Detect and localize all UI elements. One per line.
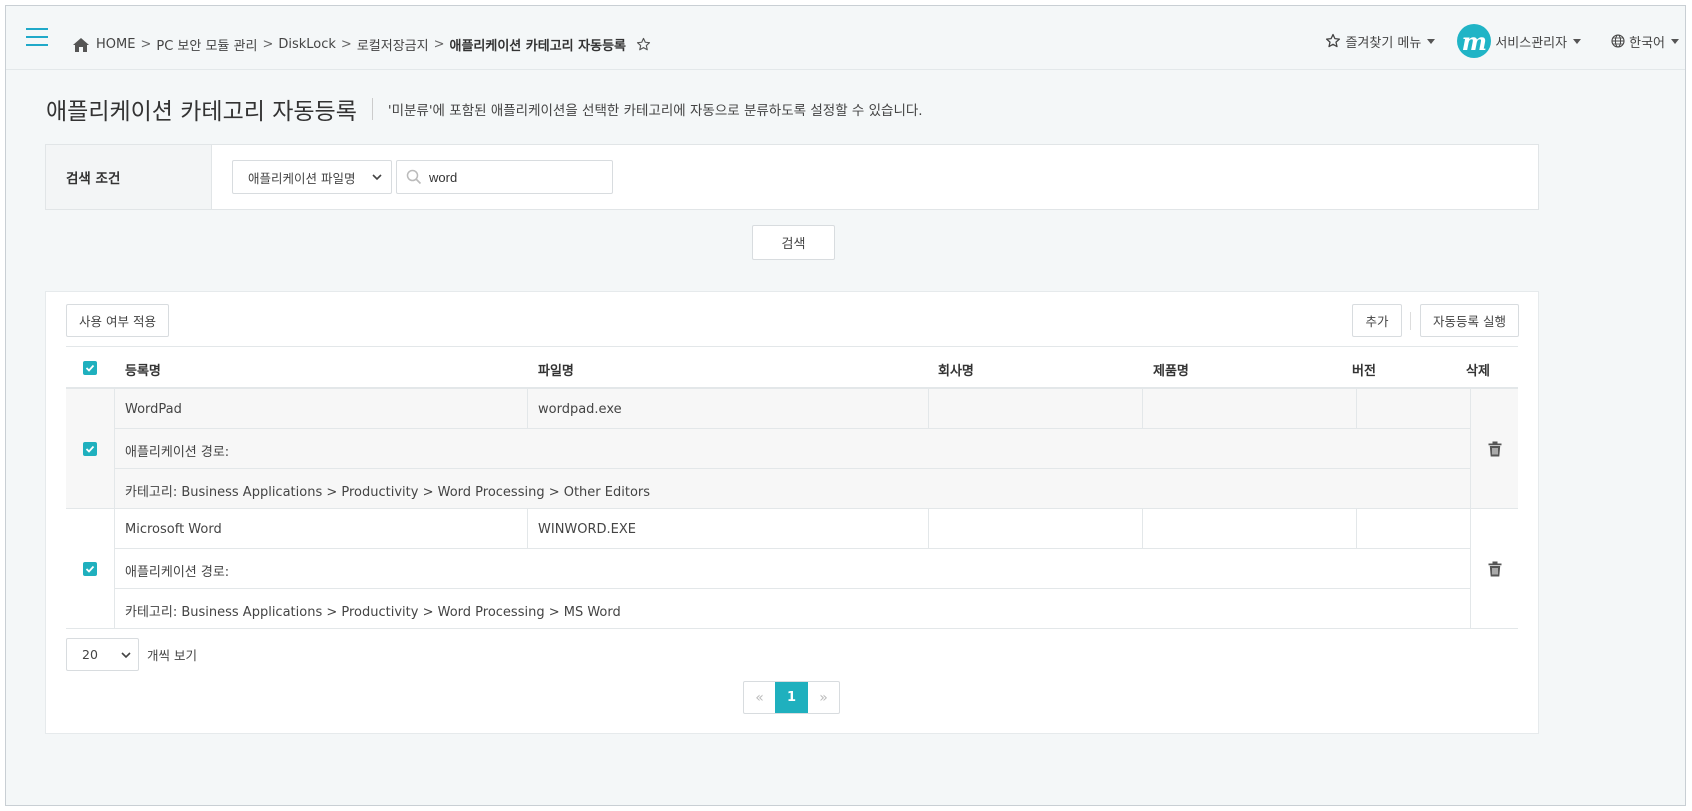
table-header: 등록명 파일명 회사명 제품명 버전 삭제 [66, 346, 1518, 389]
select-all-checkbox[interactable] [83, 361, 97, 375]
caret-down-icon [1427, 38, 1436, 44]
add-button[interactable]: 추가 [1352, 304, 1402, 337]
breadcrumb-pc-security[interactable]: PC 보안 모듈 관리 [156, 35, 257, 54]
breadcrumb-local-storage-block[interactable]: 로컬저장금지 [357, 35, 429, 54]
row-path-line: 애플리케이션 경로: [115, 429, 1470, 469]
delete-button[interactable] [1470, 389, 1518, 508]
list-panel: 사용 여부 적용 추가 자동등록 실행 등록명 파일명 회사명 제품명 버전 삭… [45, 291, 1539, 734]
search-icon [406, 169, 422, 185]
chevron-down-icon [121, 652, 131, 659]
row-main-line: Microsoft Word WINWORD.EXE [115, 509, 1470, 549]
favorites-label: 즐겨찾기 메뉴 [1345, 35, 1422, 51]
app-category: 카테고리: Business Applications > Productivi… [125, 485, 651, 500]
column-header-name[interactable]: 등록명 [125, 360, 161, 379]
app-category: 카테고리: Business Applications > Productivi… [125, 605, 621, 620]
app-path: 애플리케이션 경로: [125, 445, 230, 460]
prev-page-button[interactable]: « [744, 682, 775, 713]
row-checkbox-cell [66, 509, 115, 628]
page-1-button[interactable]: 1 [775, 682, 808, 713]
cell-product [1143, 389, 1357, 429]
search-button[interactable]: 검색 [752, 225, 835, 260]
breadcrumb-home[interactable]: HOME [96, 37, 135, 52]
page-size-control: 20 개씩 보기 [66, 638, 197, 671]
page-size-select[interactable]: 20 [66, 638, 139, 671]
breadcrumb-separator: > [340, 37, 352, 52]
app-window: HOME > PC 보안 모듈 관리 > DiskLock > 로컬저장금지 >… [5, 5, 1686, 806]
language-label: 한국어 [1629, 35, 1665, 51]
search-panel: 검색 조건 애플리케이션 파일명 [45, 144, 1539, 210]
breadcrumb: HOME > PC 보안 모듈 관리 > DiskLock > 로컬저장금지 >… [72, 35, 651, 54]
row-checkbox[interactable] [83, 561, 97, 576]
cell-name: Microsoft Word [115, 509, 528, 549]
run-auto-register-button[interactable]: 자동등록 실행 [1420, 304, 1519, 337]
next-page-button[interactable]: » [808, 682, 839, 713]
search-fields: 애플리케이션 파일명 [212, 145, 613, 209]
breadcrumb-separator: > [140, 37, 152, 52]
user-name: 서비스관리자 [1495, 35, 1568, 51]
trash-icon [1488, 441, 1501, 456]
cell-file: wordpad.exe [528, 389, 929, 429]
search-input-box [396, 160, 613, 194]
globe-icon [1611, 34, 1625, 48]
delete-button[interactable] [1470, 509, 1518, 628]
pagination: « 1 » [743, 681, 840, 714]
table-row: WordPad wordpad.exe 애플리케이션 경로: 카테고리: Bus… [66, 389, 1518, 509]
caret-down-icon [1573, 38, 1582, 44]
column-header-company[interactable]: 회사명 [938, 360, 974, 379]
menu-toggle-icon[interactable] [26, 28, 48, 46]
file-name: WINWORD.EXE [538, 521, 637, 537]
app-path: 애플리케이션 경로: [125, 565, 230, 580]
user-menu[interactable]: m 서비스관리자 [1457, 24, 1582, 58]
file-name: wordpad.exe [538, 401, 622, 417]
page-title: 애플리케이션 카테고리 자동등록 [46, 99, 357, 125]
page-size-value: 20 [82, 647, 98, 662]
cell-company [929, 509, 1143, 549]
breadcrumb-disklock[interactable]: DiskLock [278, 37, 336, 52]
column-header-product[interactable]: 제품명 [1153, 360, 1189, 379]
avatar: m [1457, 24, 1492, 58]
page-description: '미분류'에 포함된 애플리케이션을 선택한 카테고리에 자동으로 분류하도록 … [387, 103, 923, 119]
language-menu[interactable]: 한국어 [1611, 32, 1679, 51]
top-right-menu: 즐겨찾기 메뉴 m 서비스관리자 한국어 [1325, 24, 1679, 58]
search-field-select[interactable]: 애플리케이션 파일명 [232, 160, 392, 194]
search-field-select-value: 애플리케이션 파일명 [248, 170, 356, 186]
search-input[interactable] [429, 161, 609, 193]
app-name[interactable]: Microsoft Word [125, 522, 222, 537]
caret-down-icon [1671, 38, 1679, 44]
row-category-line: 카테고리: Business Applications > Productivi… [115, 469, 1470, 509]
app-name[interactable]: WordPad [125, 402, 182, 417]
chevron-down-icon [372, 174, 382, 181]
cell-file: WINWORD.EXE [528, 509, 929, 549]
breadcrumb-separator: > [433, 37, 445, 52]
favorites-menu[interactable]: 즐겨찾기 메뉴 [1325, 32, 1436, 51]
row-main-line: WordPad wordpad.exe [115, 389, 1470, 429]
toolbar-divider [1410, 312, 1411, 330]
add-favorite-star-icon[interactable] [636, 37, 651, 52]
table-row: Microsoft Word WINWORD.EXE 애플리케이션 경로: 카테… [66, 509, 1518, 629]
row-category-line: 카테고리: Business Applications > Productivi… [115, 589, 1470, 629]
search-condition-label: 검색 조건 [46, 145, 212, 209]
row-checkbox-cell [66, 389, 115, 508]
column-header-delete: 삭제 [1466, 364, 1490, 379]
apply-usage-button[interactable]: 사용 여부 적용 [66, 304, 169, 337]
breadcrumb-separator: > [262, 37, 274, 52]
trash-icon [1488, 561, 1501, 576]
star-icon [1326, 33, 1341, 48]
row-checkbox[interactable] [83, 441, 97, 456]
cell-version [1357, 389, 1470, 429]
page-size-suffix: 개씩 보기 [147, 648, 197, 663]
header-divider [371, 98, 373, 120]
cell-product [1143, 509, 1357, 549]
column-header-version[interactable]: 버전 [1352, 360, 1376, 379]
page-header: 애플리케이션 카테고리 자동등록 '미분류'에 포함된 애플리케이션을 선택한 … [46, 92, 923, 126]
cell-version [1357, 509, 1470, 549]
top-bar: HOME > PC 보안 모듈 관리 > DiskLock > 로컬저장금지 >… [6, 6, 1685, 70]
cell-company [929, 389, 1143, 429]
column-header-file[interactable]: 파일명 [538, 360, 574, 379]
cell-name: WordPad [115, 389, 528, 429]
home-icon[interactable] [72, 37, 90, 53]
rules-table: 등록명 파일명 회사명 제품명 버전 삭제 WordPad wordpad.ex… [66, 346, 1518, 629]
breadcrumb-current: 애플리케이션 카테고리 자동등록 [449, 39, 627, 54]
row-path-line: 애플리케이션 경로: [115, 549, 1470, 589]
